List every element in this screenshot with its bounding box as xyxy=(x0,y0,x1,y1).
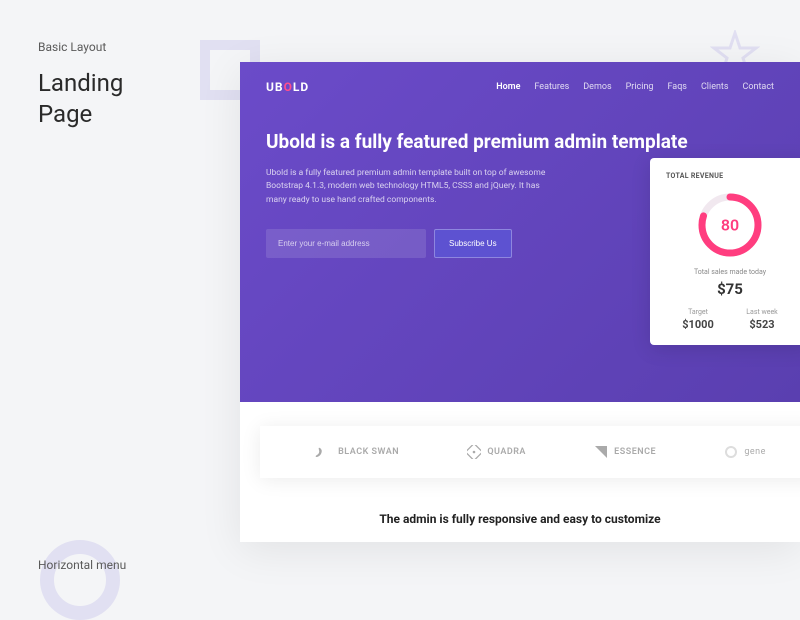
email-field[interactable] xyxy=(266,229,426,258)
gauge-value: 80 xyxy=(721,216,739,235)
meta-category: Basic Layout xyxy=(38,40,106,54)
subscribe-button[interactable]: Subscribe Us xyxy=(434,229,512,258)
nav-features[interactable]: Features xyxy=(534,82,569,92)
nav-demos[interactable]: Demos xyxy=(583,82,611,92)
target-label: Target xyxy=(666,308,730,316)
nav-pricing[interactable]: Pricing xyxy=(626,82,654,92)
preview-frame: UBOLD Home Features Demos Pricing Faqs C… xyxy=(240,62,800,542)
revenue-gauge: 80 xyxy=(695,190,765,260)
lastweek-value: $523 xyxy=(730,318,794,331)
revenue-widget: TOTAL REVENUE 80 Total sales made today … xyxy=(650,158,800,345)
brands-strip: BLACK SWAN QUADRA ESSENCE gene xyxy=(260,426,800,478)
nav-contact[interactable]: Contact xyxy=(743,82,774,92)
swan-icon xyxy=(314,445,332,459)
widget-amount: $75 xyxy=(666,280,794,298)
nav-home[interactable]: Home xyxy=(496,82,520,92)
brand-quadra: QUADRA xyxy=(467,445,526,459)
section-heading: The admin is fully responsive and easy t… xyxy=(240,511,800,528)
target-value: $1000 xyxy=(666,318,730,331)
logo[interactable]: UBOLD xyxy=(266,80,309,94)
bg-circle-shape xyxy=(40,540,120,620)
widget-subtitle: Total sales made today xyxy=(666,268,794,276)
navbar: UBOLD Home Features Demos Pricing Faqs C… xyxy=(266,80,774,94)
brand-essence: ESSENCE xyxy=(594,445,656,459)
widget-title: TOTAL REVENUE xyxy=(666,172,794,180)
nav-links: Home Features Demos Pricing Faqs Clients… xyxy=(496,82,774,92)
nav-faqs[interactable]: Faqs xyxy=(667,82,686,92)
page-title: LandingPage xyxy=(38,68,123,130)
square-icon xyxy=(467,445,481,459)
hero-section: UBOLD Home Features Demos Pricing Faqs C… xyxy=(240,62,800,402)
hero-headline: Ubold is a fully featured premium admin … xyxy=(266,130,774,155)
hero-body-text: Ubold is a fully featured premium admin … xyxy=(266,167,546,208)
flag-icon xyxy=(594,445,608,459)
circle-icon xyxy=(724,445,738,459)
lastweek-label: Last week xyxy=(730,308,794,316)
brand-black-swan: BLACK SWAN xyxy=(314,445,399,459)
meta-footer: Horizontal menu xyxy=(38,558,126,572)
nav-clients[interactable]: Clients xyxy=(701,82,729,92)
brand-gene: gene xyxy=(724,445,766,459)
